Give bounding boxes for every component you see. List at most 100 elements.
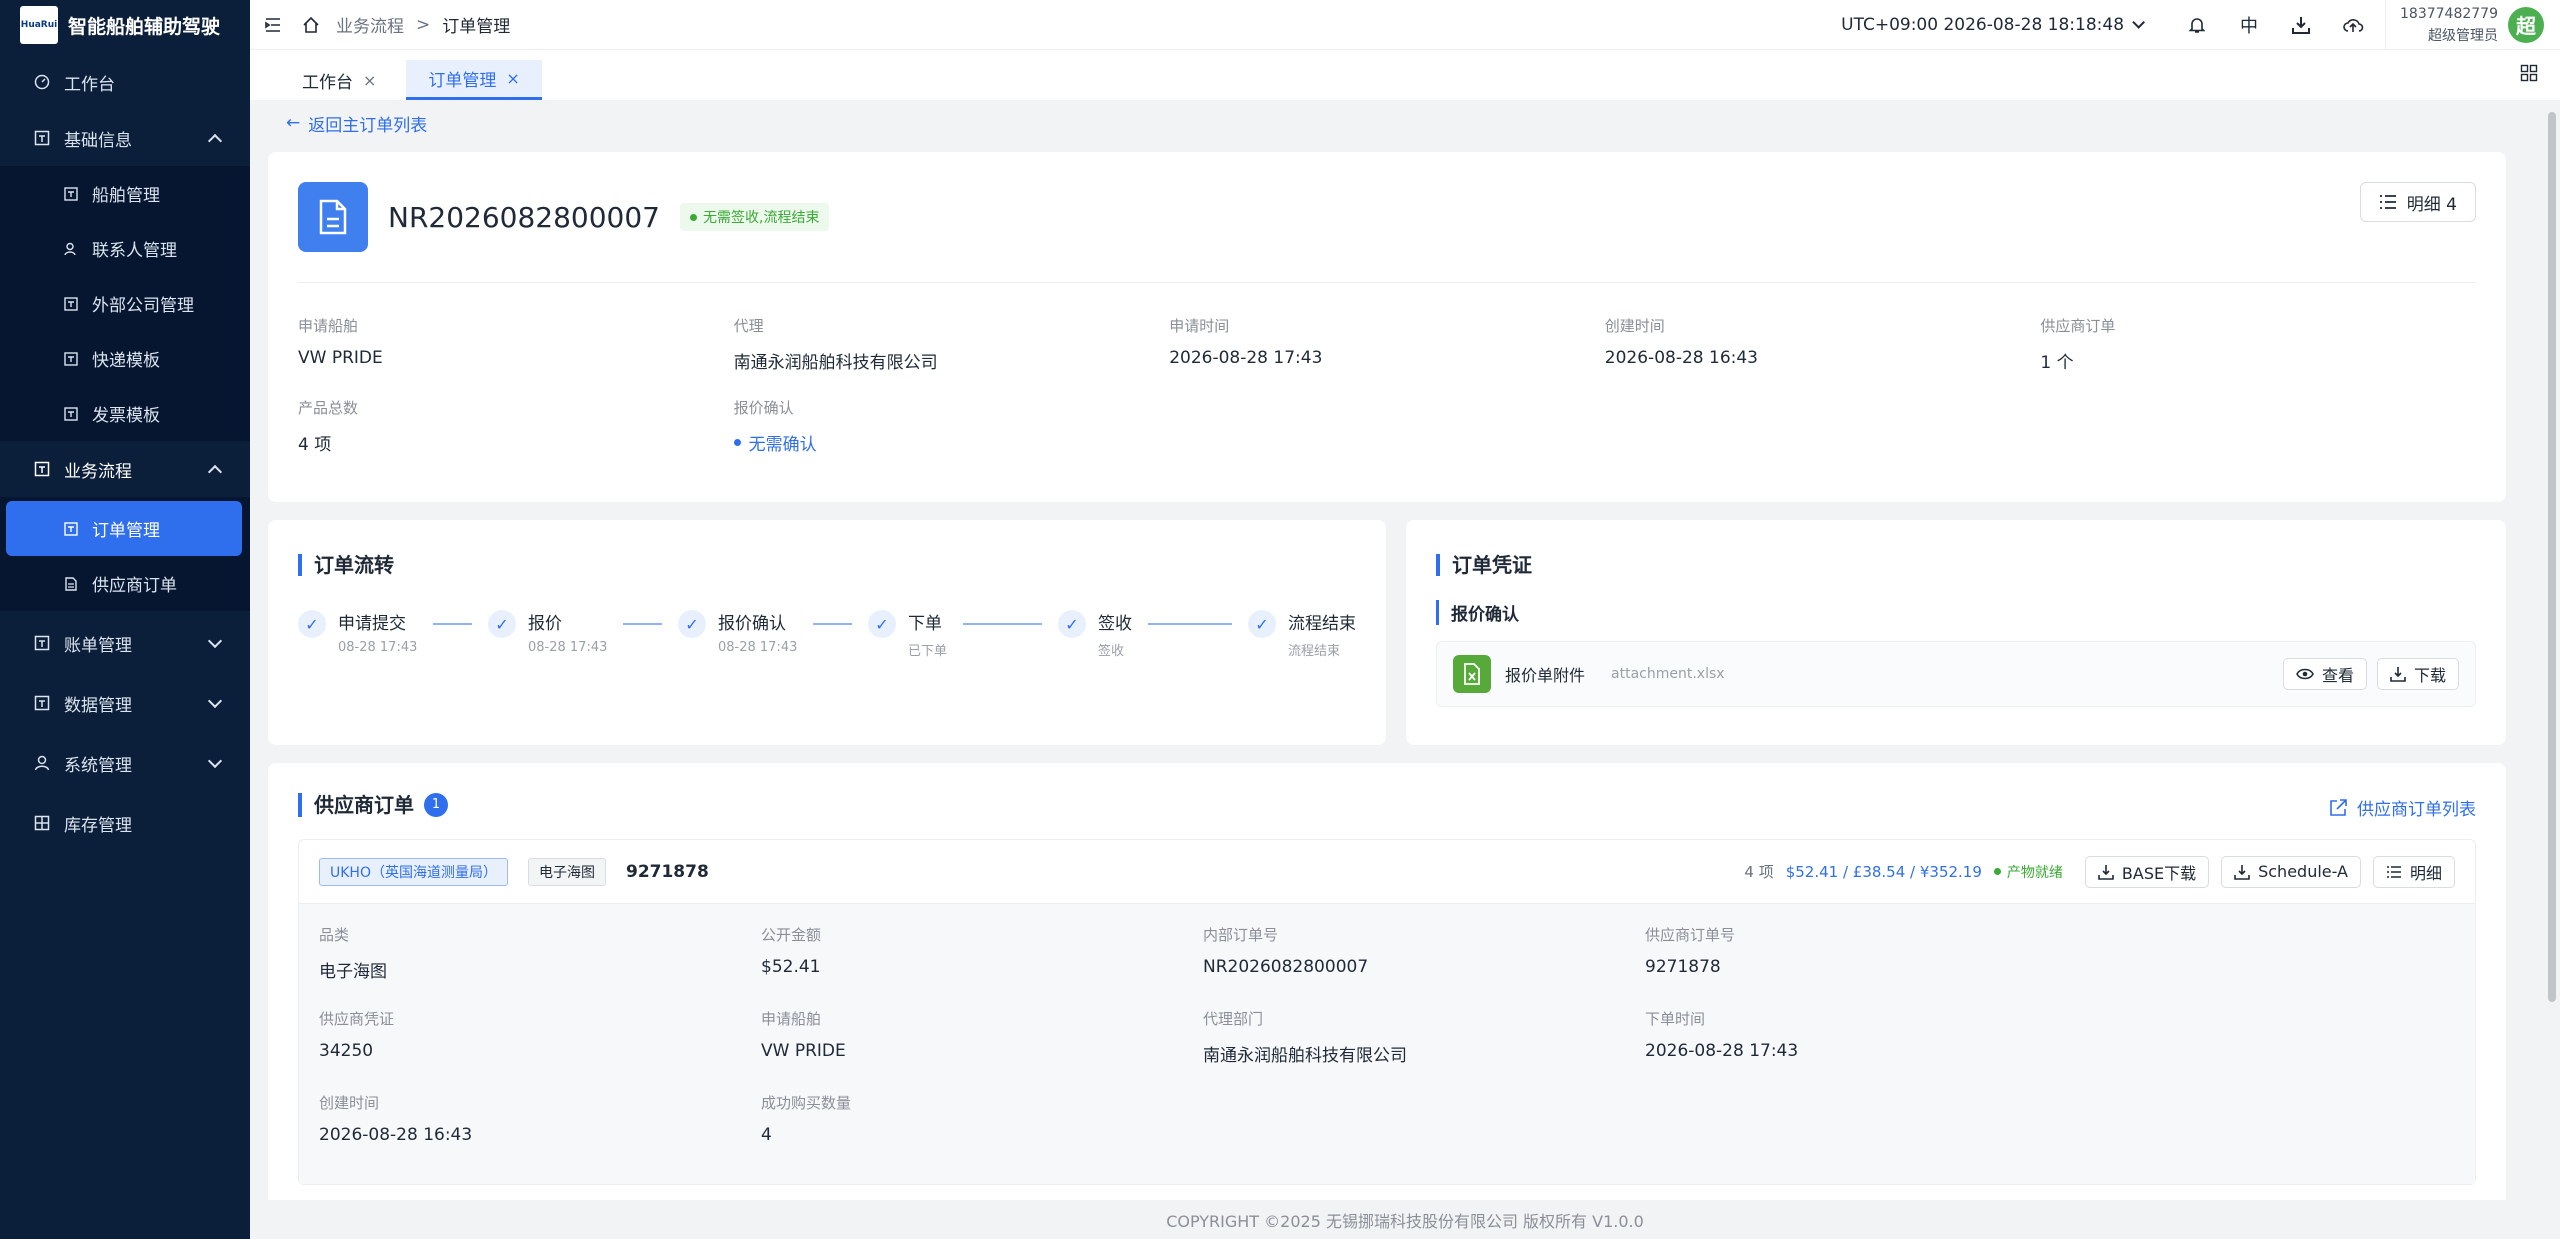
footer: COPYRIGHT ©2025 无锡挪瑞科技股份有限公司 版权所有 V1.0.0: [250, 1200, 2560, 1239]
close-icon[interactable]: ×: [363, 71, 376, 90]
sidebar-item-ships[interactable]: 船舶管理: [0, 166, 250, 221]
copyright: COPYRIGHT ©2025 无锡挪瑞科技股份有限公司 版权所有 V1.0.0: [1166, 1211, 1644, 1231]
submenu-basic-info: 船舶管理 联系人管理 外部公司管理 快递模板 发票模板: [0, 166, 250, 441]
notification-button[interactable]: [2171, 16, 2223, 34]
submenu-business-flow: 订单管理 供应商订单: [0, 497, 250, 611]
logo: HuaRui: [20, 6, 58, 44]
supplier-order-list-link[interactable]: 供应商订单列表: [2329, 795, 2476, 820]
field-label: 品类: [319, 926, 350, 944]
flow-step: ✓ 申请提交 08-28 17:43: [298, 610, 488, 659]
topbar-right: UTC+09:00 2026-08-28 18:18:48 中 18377482…: [1841, 0, 2560, 49]
avatar: 超: [2508, 6, 2544, 43]
section-title-text: 供应商订单: [314, 793, 414, 817]
sidebar-item-supplier-orders[interactable]: 供应商订单: [0, 556, 250, 611]
close-icon[interactable]: ×: [506, 69, 519, 88]
tab-label: 订单管理: [428, 71, 497, 91]
download-label: 下载: [2413, 666, 2446, 685]
sidebar-item-workbench[interactable]: 工作台: [0, 54, 250, 110]
field-value: 4 项: [298, 435, 332, 455]
sidebar-item-inventory[interactable]: 库存管理: [0, 795, 250, 851]
check-icon: ✓: [298, 610, 326, 638]
download-attachment-button[interactable]: 下载: [2376, 658, 2459, 690]
sidebar-item-data[interactable]: 数据管理: [0, 675, 250, 731]
menu-fold-icon[interactable]: [264, 16, 282, 34]
field-value: 南通永润船舶科技有限公司: [1203, 1046, 1407, 1066]
sidebar-item-system[interactable]: 系统管理: [0, 735, 250, 791]
scrollbar[interactable]: [2548, 112, 2556, 1002]
button-label: BASE下载: [2121, 863, 2197, 883]
status-label: 无需签收,流程结束: [703, 210, 820, 226]
bill-icon: [34, 635, 50, 651]
base-download-button[interactable]: BASE下载: [2084, 855, 2210, 888]
user-info: 18377482779 超级管理员: [2400, 3, 2498, 47]
sidebar-item-express-template[interactable]: 快递模板: [0, 331, 250, 386]
tab-order-management[interactable]: 订单管理 ×: [406, 60, 542, 100]
view-attachment-button[interactable]: 查看: [2282, 658, 2367, 690]
button-label: Schedule-A: [2258, 862, 2348, 881]
field-label: 下单时间: [1645, 1010, 1706, 1028]
chevron-down-icon: [207, 753, 223, 769]
back-link-label: 返回主订单列表: [308, 115, 428, 136]
field-label: 创建时间: [1604, 317, 1665, 335]
supplier-order-details: 品类 电子海图 公开金额 $52.41 内部订单号 NR2026082800007 供…: [299, 904, 2475, 1184]
chevron-down-icon: [207, 693, 223, 709]
timezone-select[interactable]: UTC+09:00 2026-08-28 18:18:48: [1841, 15, 2146, 35]
sidebar-item-label: 基础信息: [64, 130, 132, 151]
sidebar-item-bills[interactable]: 账单管理: [0, 615, 250, 671]
tab-label: 工作台: [302, 72, 353, 93]
sidebar-item-label: 账单管理: [64, 635, 132, 656]
upload-cloud-button[interactable]: [2327, 16, 2379, 34]
step-name: 下单: [908, 614, 942, 634]
download-icon: [2292, 16, 2311, 34]
info-icon: [34, 130, 50, 146]
sidebar-item-basic-info[interactable]: 基础信息: [0, 110, 250, 166]
step-sub: 08-28 17:43: [718, 640, 798, 655]
check-icon: ✓: [488, 610, 516, 638]
file-icon: [65, 576, 77, 591]
user-icon: [34, 755, 50, 771]
field-category: 品类 电子海图: [319, 924, 761, 982]
user-menu[interactable]: 18377482779 超级管理员 超: [2385, 0, 2560, 49]
grid-icon: [34, 815, 50, 831]
eye-icon: [2296, 668, 2314, 680]
sidebar-item-label: 供应商订单: [92, 576, 177, 596]
home-icon[interactable]: [302, 16, 320, 34]
schedule-a-button[interactable]: Schedule-A: [2221, 855, 2361, 888]
breadcrumb-item[interactable]: 业务流程: [336, 12, 404, 37]
supplier-detail-button[interactable]: 明细: [2372, 855, 2455, 888]
field-value: 南通永润船舶科技有限公司: [733, 353, 938, 373]
step-sub: 签收: [1098, 644, 1125, 659]
step-sub: 已下单: [908, 644, 948, 659]
field-apply-time: 申请时间 2026-08-28 17:43: [1169, 315, 1605, 373]
sidebar-item-order-management[interactable]: 订单管理: [6, 501, 242, 556]
category-tag: 电子海图: [527, 857, 606, 886]
tab-bar: 工作台 × 订单管理 ×: [250, 50, 2560, 100]
field-label: 内部订单号: [1203, 926, 1279, 944]
order-voucher-card: 订单凭证 报价确认 报价单附件 attachment.xlsx 查看 下载: [1406, 520, 2506, 745]
user-role: 超级管理员: [2428, 27, 2498, 44]
order-detail-button[interactable]: 明细 4: [2359, 182, 2476, 222]
supplier-orders-card: 供应商订单 1 供应商订单列表 UKHO（英国海道测量局） 电子海图 92718…: [268, 763, 2506, 1200]
sidebar-item-contacts[interactable]: 联系人管理: [0, 221, 250, 276]
flow-step: ✓ 报价确认 08-28 17:43: [678, 610, 868, 659]
field-value: 2026-08-28 17:43: [1645, 1041, 1799, 1061]
logo-area[interactable]: HuaRui 智能船舶辅助驾驶: [0, 0, 250, 50]
status-dot: [1993, 868, 2001, 875]
supplier-order-header: UKHO（英国海道测量局） 电子海图 9271878 4 项 $52.41 / …: [299, 840, 2475, 904]
order-number: NR2026082800007: [388, 200, 660, 234]
tab-workbench[interactable]: 工作台 ×: [280, 60, 398, 100]
sidebar-item-invoice-template[interactable]: 发票模板: [0, 386, 250, 441]
sidebar-item-label: 外部公司管理: [92, 296, 194, 316]
sidebar-item-external-companies[interactable]: 外部公司管理: [0, 276, 250, 331]
field-supplier-order-no: 供应商订单号 9271878: [1645, 924, 2087, 982]
flow-steps: ✓ 申请提交 08-28 17:43 ✓ 报价 08-28 17:43 ✓ 报价确认 08-…: [298, 610, 1356, 659]
apps-icon[interactable]: [2520, 64, 2538, 82]
language-button[interactable]: 中: [2223, 12, 2275, 38]
field-label: 供应商订单号: [1645, 926, 1736, 944]
back-to-order-list-link[interactable]: ← 返回主订单列表: [286, 112, 2506, 136]
download-icon: [2234, 864, 2250, 880]
sidebar-item-label: 工作台: [64, 74, 115, 95]
sidebar-item-business-flow[interactable]: 业务流程: [0, 441, 250, 497]
step-sub: 流程结束: [1288, 644, 1341, 659]
download-button[interactable]: [2275, 15, 2327, 35]
